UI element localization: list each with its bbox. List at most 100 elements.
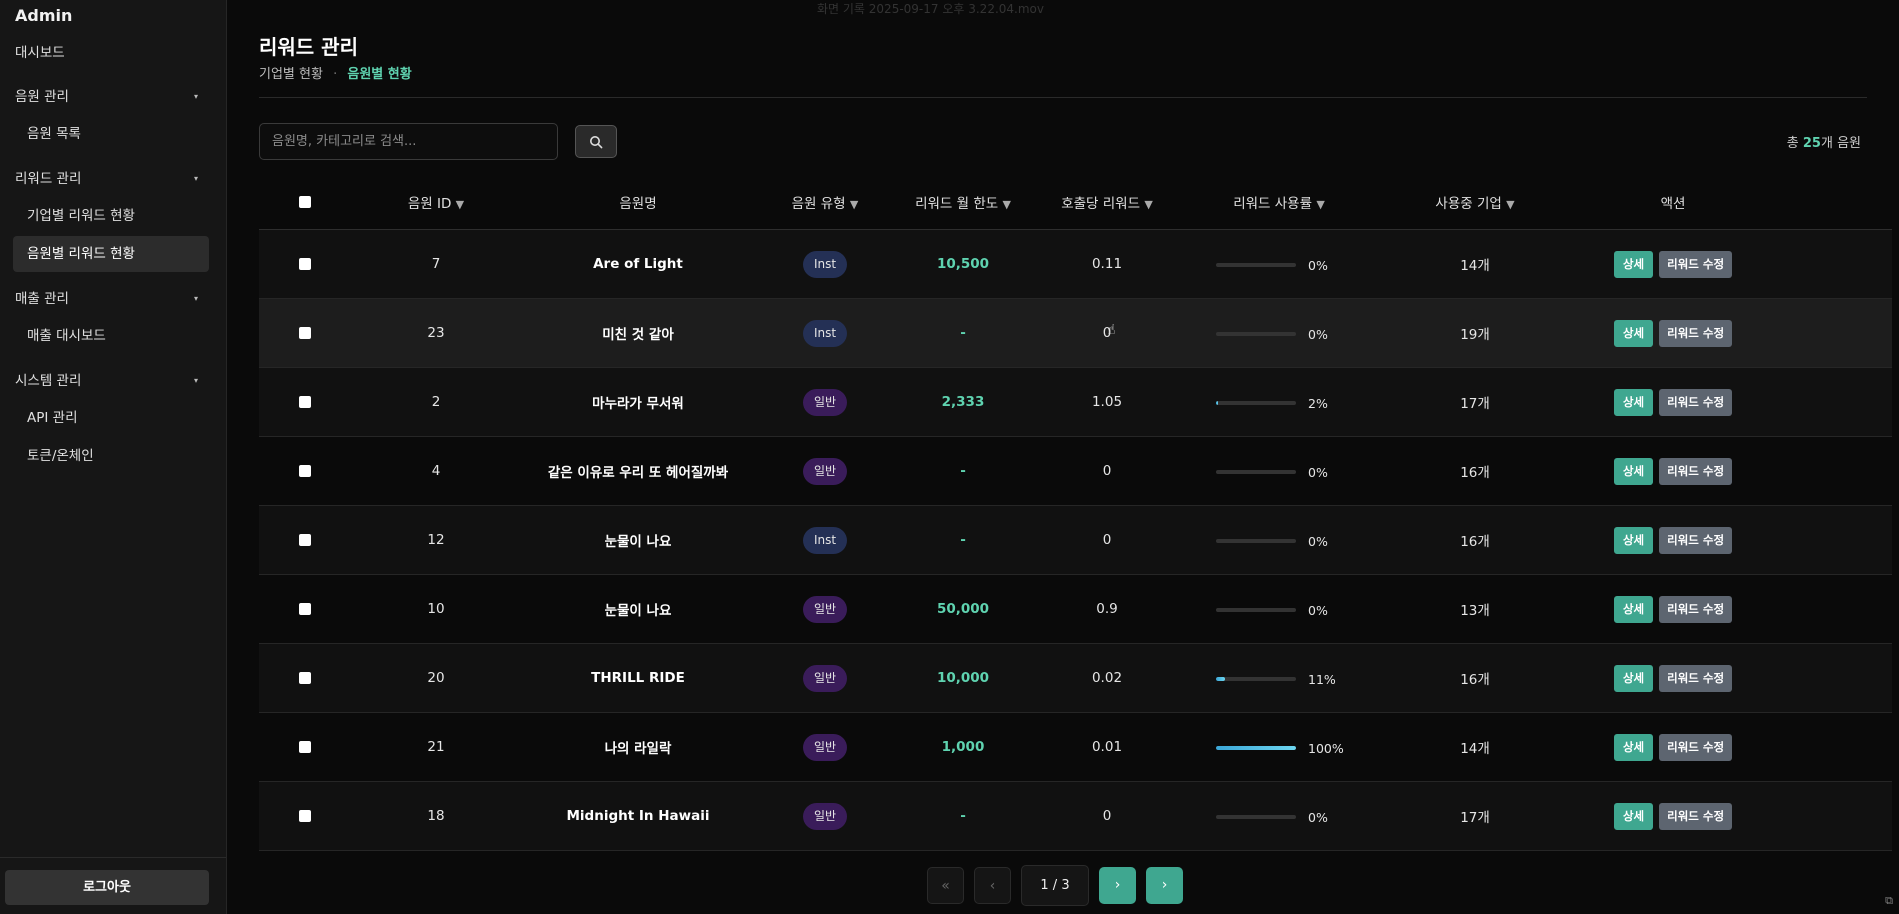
sidebar-item-api[interactable]: API 관리 <box>13 400 209 436</box>
row-checkbox[interactable] <box>299 741 311 753</box>
edit-reward-button[interactable]: 리워드 수정 <box>1659 595 1733 623</box>
usage-percent: 100% <box>1308 740 1344 756</box>
row-actions: 상세 리워드 수정 <box>1613 733 1733 761</box>
detail-button[interactable]: 상세 <box>1613 319 1654 347</box>
table-header-row: 음원 ID ▼ 음원명 음원 유형 ▼ 리워드 월 한도 ▼ 호출당 리워드 ▼ 리워드 … <box>259 175 1892 230</box>
column-header[interactable]: 음원 ID ▼ <box>351 192 521 212</box>
detail-button[interactable]: 상세 <box>1613 388 1654 416</box>
per-call-reward-cell: 0 <box>1031 463 1183 479</box>
row-checkbox[interactable] <box>299 672 311 684</box>
sidebar-group-label: 매출 관리 <box>15 291 69 307</box>
edit-reward-button[interactable]: 리워드 수정 <box>1659 319 1733 347</box>
search-input[interactable] <box>259 123 558 160</box>
companies-count: 17개 <box>1460 810 1490 826</box>
usage-rate-cell: 0% <box>1183 255 1375 273</box>
detail-button[interactable]: 상세 <box>1613 733 1654 761</box>
row-select-cell <box>259 256 351 272</box>
sort-down-icon[interactable]: ▼ <box>850 198 858 211</box>
breadcrumb-music[interactable]: 음원별 현황 <box>347 67 411 82</box>
monthly-limit-cell: - <box>895 463 1031 479</box>
sort-down-icon[interactable]: ▼ <box>1002 198 1010 211</box>
per-call-reward: 0 <box>1102 532 1112 548</box>
sidebar-item-token-onchain[interactable]: 토큰/온체인 <box>13 438 209 474</box>
music-id: 12 <box>427 532 445 548</box>
music-type-cell: 일반 <box>755 595 895 623</box>
next-page-button[interactable]: › <box>1099 867 1136 904</box>
sort-down-icon[interactable]: ▼ <box>1144 198 1152 211</box>
row-checkbox[interactable] <box>299 465 311 477</box>
row-checkbox[interactable] <box>299 810 311 822</box>
breadcrumb-company[interactable]: 기업별 현황 <box>259 67 323 82</box>
row-checkbox[interactable] <box>299 534 311 546</box>
edit-reward-button[interactable]: 리워드 수정 <box>1659 250 1733 278</box>
sort-down-icon[interactable]: ▼ <box>1316 198 1324 211</box>
column-header[interactable]: 호출당 리워드 ▼ <box>1031 192 1183 212</box>
select-all-checkbox[interactable] <box>299 196 311 208</box>
music-type-cell: 일반 <box>755 664 895 692</box>
sidebar-item-dashboard[interactable]: 대시보드 <box>0 36 226 70</box>
monthly-limit-cell: 10,000 <box>895 670 1031 686</box>
row-select-cell <box>259 463 351 479</box>
page-number-input[interactable] <box>1021 865 1089 906</box>
sidebar-item-sales-dashboard[interactable]: 매출 대시보드 <box>13 318 209 354</box>
column-header[interactable]: 음원 유형 ▼ <box>755 192 895 212</box>
sidebar-group-sales-toggle[interactable]: 매출 관리 ▾ <box>0 282 226 316</box>
detail-button[interactable]: 상세 <box>1613 526 1654 554</box>
music-name-cell: 미친 것 같아 <box>521 323 755 343</box>
logout-button[interactable]: 로그아웃 <box>5 870 209 905</box>
total-count: 총 25개 음원 <box>1787 132 1861 151</box>
usage-percent: 11% <box>1308 671 1336 687</box>
per-call-reward-cell: 0.01 <box>1031 739 1183 755</box>
monthly-limit: 1,000 <box>941 739 985 755</box>
edit-reward-button[interactable]: 리워드 수정 <box>1659 733 1733 761</box>
music-name: 눈물이 나요 <box>604 603 672 619</box>
column-header[interactable]: 리워드 사용률 ▼ <box>1183 192 1375 212</box>
row-select-cell <box>259 394 351 410</box>
companies-cell: 16개 <box>1375 668 1575 688</box>
per-call-reward-cell: 0.02 <box>1031 670 1183 686</box>
column-header[interactable]: 리워드 월 한도 ▼ <box>895 192 1031 212</box>
sort-down-icon[interactable]: ▼ <box>1506 198 1514 211</box>
row-select-cell <box>259 532 351 548</box>
sidebar-group-sales: 매출 관리 ▾ 매출 대시보드 <box>0 282 226 354</box>
last-page-button[interactable]: › <box>1146 867 1183 904</box>
music-type-cell: 일반 <box>755 388 895 416</box>
companies-count: 19개 <box>1460 327 1490 343</box>
row-checkbox[interactable] <box>299 396 311 408</box>
sidebar-group-system-toggle[interactable]: 시스템 관리 ▾ <box>0 364 226 398</box>
detail-button[interactable]: 상세 <box>1613 664 1654 692</box>
prev-page-button[interactable]: ‹ <box>974 867 1011 904</box>
row-checkbox[interactable] <box>299 603 311 615</box>
edit-reward-button[interactable]: 리워드 수정 <box>1659 457 1733 485</box>
row-checkbox[interactable] <box>299 327 311 339</box>
companies-cell: 16개 <box>1375 530 1575 550</box>
row-select-cell <box>259 739 351 755</box>
usage-progress-fill <box>1216 746 1296 751</box>
row-checkbox[interactable] <box>299 258 311 270</box>
column-header[interactable]: 사용중 기업 ▼ <box>1375 192 1575 212</box>
edit-reward-button[interactable]: 리워드 수정 <box>1659 526 1733 554</box>
detail-button[interactable]: 상세 <box>1613 457 1654 485</box>
music-id: 21 <box>427 739 445 755</box>
sort-down-icon[interactable]: ▼ <box>456 198 464 211</box>
row-actions: 상세 리워드 수정 <box>1613 802 1733 830</box>
sidebar-item-music-list[interactable]: 음원 목록 <box>13 116 209 152</box>
edit-reward-button[interactable]: 리워드 수정 <box>1659 664 1733 692</box>
sidebar: Admin 대시보드 음원 관리 ▾ 음원 목록 리워드 관리 ▾ 기업별 리워… <box>0 0 227 914</box>
sidebar-item-company-rewards[interactable]: 기업별 리워드 현황 <box>13 198 209 234</box>
sidebar-group-reward-toggle[interactable]: 리워드 관리 ▾ <box>0 162 226 196</box>
detail-button[interactable]: 상세 <box>1613 595 1654 623</box>
sidebar-item-music-rewards[interactable]: 음원별 리워드 현황 <box>13 236 209 272</box>
caption-icon: ⧉ <box>1885 894 1893 907</box>
usage-percent: 0% <box>1308 257 1328 273</box>
actions-cell: 상세 리워드 수정 <box>1575 595 1771 623</box>
first-page-button[interactable]: « <box>927 867 964 904</box>
sidebar-group-music-toggle[interactable]: 음원 관리 ▾ <box>0 80 226 114</box>
detail-button[interactable]: 상세 <box>1613 802 1654 830</box>
edit-reward-button[interactable]: 리워드 수정 <box>1659 802 1733 830</box>
select-all-cell[interactable] <box>259 194 351 210</box>
edit-reward-button[interactable]: 리워드 수정 <box>1659 388 1733 416</box>
detail-button[interactable]: 상세 <box>1613 250 1654 278</box>
music-name: 눈물이 나요 <box>604 534 672 550</box>
search-button[interactable] <box>575 125 617 158</box>
